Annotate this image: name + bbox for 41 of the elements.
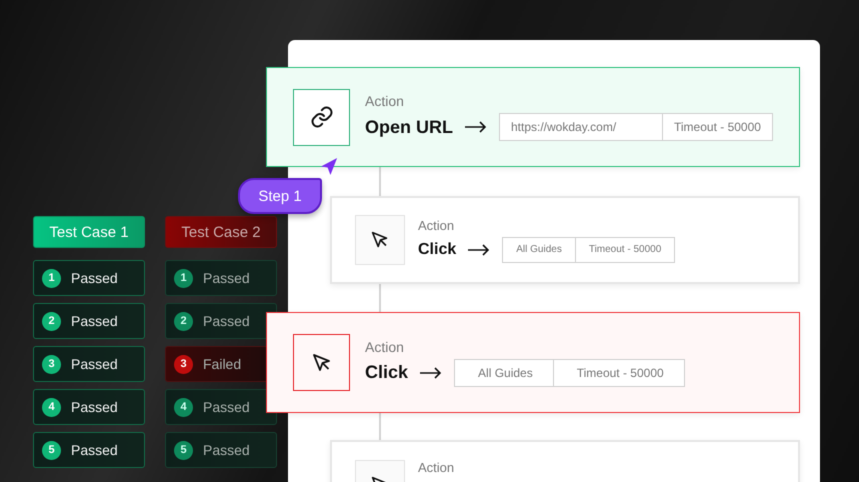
result-label: Passed (71, 442, 118, 458)
step-number-badge: 3 (42, 354, 61, 374)
action-label: Action (418, 460, 454, 475)
test-case-tab[interactable]: Test Case 2 (165, 216, 277, 248)
arrow-icon (420, 366, 442, 378)
action-title: Open URL (365, 116, 453, 138)
result-label: Passed (71, 399, 118, 415)
result-label: Passed (203, 313, 250, 329)
result-label: Passed (203, 442, 250, 458)
test-case-tab[interactable]: Test Case 1 (33, 216, 145, 248)
arrow-icon (465, 121, 487, 133)
parameter-field[interactable]: Timeout - 50000 (554, 358, 685, 386)
step-number-badge: 1 (174, 268, 193, 288)
action-label: Action (365, 93, 405, 109)
step-number-badge: 5 (42, 440, 61, 460)
parameter-field[interactable]: https://wokday.com/ (499, 113, 663, 141)
parameter-field[interactable]: All Guides (502, 236, 576, 262)
result-label: Passed (203, 270, 250, 286)
parameter-field[interactable]: All Guides (454, 358, 554, 386)
action-label: Action (365, 338, 405, 354)
arrow-icon (468, 244, 490, 256)
action-label: Action (418, 218, 456, 232)
step-number-badge: 2 (42, 312, 61, 330)
result-label: Passed (71, 356, 118, 372)
parameter-field[interactable]: Timeout - 50000 (663, 113, 773, 141)
step-number-badge: 1 (42, 268, 61, 288)
step-number-badge: 5 (174, 440, 193, 460)
step-number-badge: 2 (174, 312, 193, 330)
parameter-field[interactable]: Timeout - 50000 (576, 236, 676, 262)
result-label: Passed (71, 270, 118, 286)
result-label: Passed (203, 399, 250, 415)
action-title: Click (418, 240, 456, 258)
step-number-badge: 3 (174, 354, 193, 374)
step-number-badge: 4 (42, 398, 61, 416)
result-label: Failed (203, 356, 242, 372)
step-badge: Step 1 (238, 178, 322, 214)
action-title: Click (365, 362, 408, 383)
result-label: Passed (71, 313, 118, 329)
step-number-badge: 4 (174, 398, 193, 416)
pointer-icon (320, 157, 339, 176)
link-icon (310, 105, 334, 129)
